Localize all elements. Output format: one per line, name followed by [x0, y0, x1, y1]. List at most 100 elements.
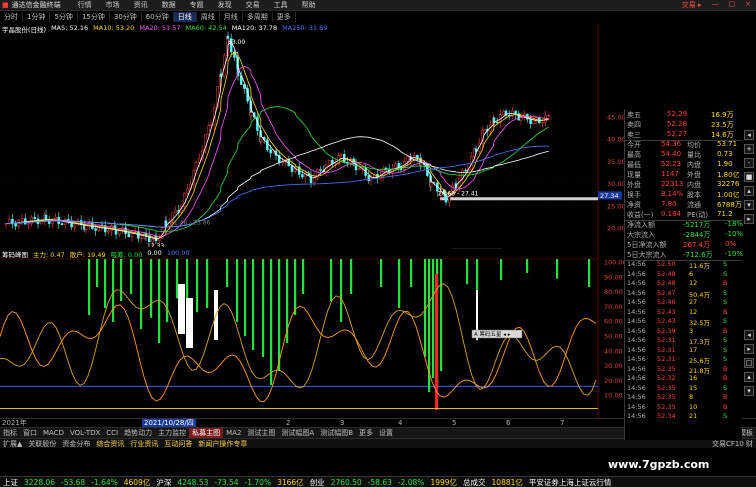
indicator-tab[interactable]: 窗口 — [20, 428, 40, 438]
info-tab[interactable]: 资金分布 — [59, 439, 93, 448]
field-value: 6788万 — [717, 201, 742, 209]
ask-label: 卖四 — [627, 121, 641, 129]
period-2[interactable]: 5分钟 — [50, 12, 78, 22]
tick-price: 52.47 — [657, 288, 676, 297]
info-tab[interactable]: 行业资讯 — [127, 439, 161, 448]
period-0[interactable]: 分时 — [0, 12, 23, 22]
tick-price: 52.48 — [657, 279, 676, 287]
minimize-icon[interactable]: — — [707, 0, 724, 10]
side-toolbar-button[interactable]: ▴ — [744, 372, 754, 382]
indicator-tab[interactable]: 测试主图 — [244, 428, 278, 438]
menu-item-market[interactable]: 市场 — [99, 0, 127, 10]
side-toolbar-button[interactable]: ■ — [744, 172, 754, 182]
side-toolbar-button[interactable]: ▸ — [744, 214, 754, 224]
side-toolbar-button[interactable]: ▸ — [744, 344, 754, 354]
tick-direction: S — [723, 412, 728, 420]
side-toolbar-button[interactable]: ▾ — [744, 386, 754, 396]
menu-item-topics[interactable]: 专题 — [183, 0, 211, 10]
indicator-tab[interactable]: MA2 — [223, 429, 244, 437]
ask-price: 52.29 — [667, 110, 688, 118]
field-value: 0.73 — [717, 150, 733, 158]
accumulation-bar — [140, 259, 143, 329]
side-toolbar-button[interactable]: ◂ — [744, 330, 754, 340]
side-toolbar-button[interactable]: - — [744, 158, 754, 168]
period-6[interactable]: 日线 — [173, 12, 197, 22]
info-tab[interactable]: 互动问答 — [161, 439, 195, 448]
candle-body — [140, 237, 143, 240]
candle-body — [97, 224, 101, 231]
menu-item-quotes[interactable]: 行情 — [71, 0, 99, 10]
period-7[interactable]: 周线 — [197, 12, 220, 22]
tick-row: 14:56 52.50 11.6万 S — [627, 260, 741, 270]
side-toolbar-button[interactable]: ◂ — [744, 130, 754, 140]
menu-item-news[interactable]: 资讯 — [127, 0, 155, 10]
info-tab[interactable]: 新闻户操作专章 — [195, 439, 250, 448]
accumulation-bar — [466, 259, 469, 285]
side-toolbar-button[interactable]: ▴ — [744, 186, 754, 196]
indicator-tab[interactable]: CCI — [103, 429, 121, 437]
field-value: 32276 — [717, 180, 740, 188]
period-10[interactable]: 更多 — [273, 12, 296, 22]
side-toolbar-button[interactable]: ▾ — [744, 200, 754, 210]
candle-body — [73, 224, 77, 228]
index-name[interactable]: 创业 — [307, 477, 328, 487]
maximize-icon[interactable]: □ — [724, 0, 741, 10]
indicator-tab[interactable]: 设置 — [376, 428, 396, 438]
tick-price: 52.31 — [657, 345, 676, 354]
indicator-tab[interactable]: 测试幅图A — [278, 428, 317, 438]
trade-button[interactable]: 交易 ▸ — [677, 0, 707, 10]
accumulation-bar — [236, 259, 239, 322]
field-value: 53.71 — [717, 140, 738, 148]
indicator-tab[interactable]: 指标 — [0, 428, 20, 438]
index-change: -58.63 — [367, 477, 392, 487]
period-4[interactable]: 30分钟 — [110, 12, 142, 22]
candle-body — [429, 182, 433, 187]
indicator-tag-label[interactable]: A 筹码五星 ◂ ▸ — [474, 330, 511, 338]
candle-body — [20, 218, 24, 221]
menu-item-data[interactable]: 数据 — [155, 0, 183, 10]
period-1[interactable]: 1分钟 — [23, 12, 51, 22]
menu-item-discover[interactable]: 发现 — [211, 0, 239, 10]
broker-name: 平安证券上海上证云行情 — [528, 477, 612, 487]
info-tab[interactable]: 综合资讯 — [93, 439, 127, 448]
menu-item-trade[interactable]: 交易 — [239, 0, 267, 10]
period-8[interactable]: 月线 — [220, 12, 243, 22]
indicator-tab[interactable]: MACD — [40, 429, 67, 437]
side-toolbar-button[interactable]: + — [744, 144, 754, 154]
indicator-tab[interactable]: 测试幅图B — [317, 428, 356, 438]
accumulation-bar — [206, 259, 209, 308]
flow-label: 5日净流入额 — [627, 241, 667, 249]
accumulation-bar — [500, 259, 503, 280]
ind-tick-label: 90.00 — [604, 273, 623, 281]
indicator-tab[interactable]: 主力监控 — [155, 428, 189, 438]
indicator-tab[interactable]: 私募主图 — [189, 428, 224, 438]
period-3[interactable]: 15分钟 — [78, 12, 110, 22]
accumulation-bar — [150, 259, 153, 318]
tick-price: 52.32 — [657, 374, 676, 382]
indicator-tab[interactable]: 更多 — [356, 428, 376, 438]
total-value: 10881亿 — [491, 477, 523, 487]
accumulation-bar — [244, 259, 247, 336]
index-name[interactable]: 沪深 — [153, 477, 174, 487]
date-tick-label: 6 — [506, 419, 511, 427]
indicator-tab[interactable]: VOL-TDX — [67, 429, 103, 437]
period-5[interactable]: 60分钟 — [142, 12, 174, 22]
index-name[interactable]: 上证 — [0, 477, 21, 487]
chip-peak-mark — [186, 298, 193, 348]
tick-direction: S — [723, 317, 728, 325]
side-toolbar-button[interactable]: □ — [744, 358, 754, 368]
accumulation-bar — [112, 259, 115, 322]
candle-body — [197, 158, 201, 163]
info-tab[interactable]: 关联股份 — [25, 439, 59, 448]
menu-item-tools[interactable]: 工具 — [267, 0, 295, 10]
period-9[interactable]: 多周期 — [243, 12, 273, 22]
tick-time: 14:56 — [627, 269, 646, 278]
indicator-tab[interactable]: 趋势动力 — [121, 428, 155, 438]
info-tab[interactable]: 扩展▲ — [0, 439, 25, 448]
tick-volume: 16 — [689, 374, 698, 382]
menu-item-help[interactable]: 帮助 — [295, 0, 323, 10]
tick-time: 14:56 — [627, 393, 646, 401]
fund-flow-row: 5日净流入额 267.4万 0% — [627, 240, 741, 250]
accumulation-bar — [350, 259, 353, 294]
flow-pct: -18% — [725, 220, 744, 228]
